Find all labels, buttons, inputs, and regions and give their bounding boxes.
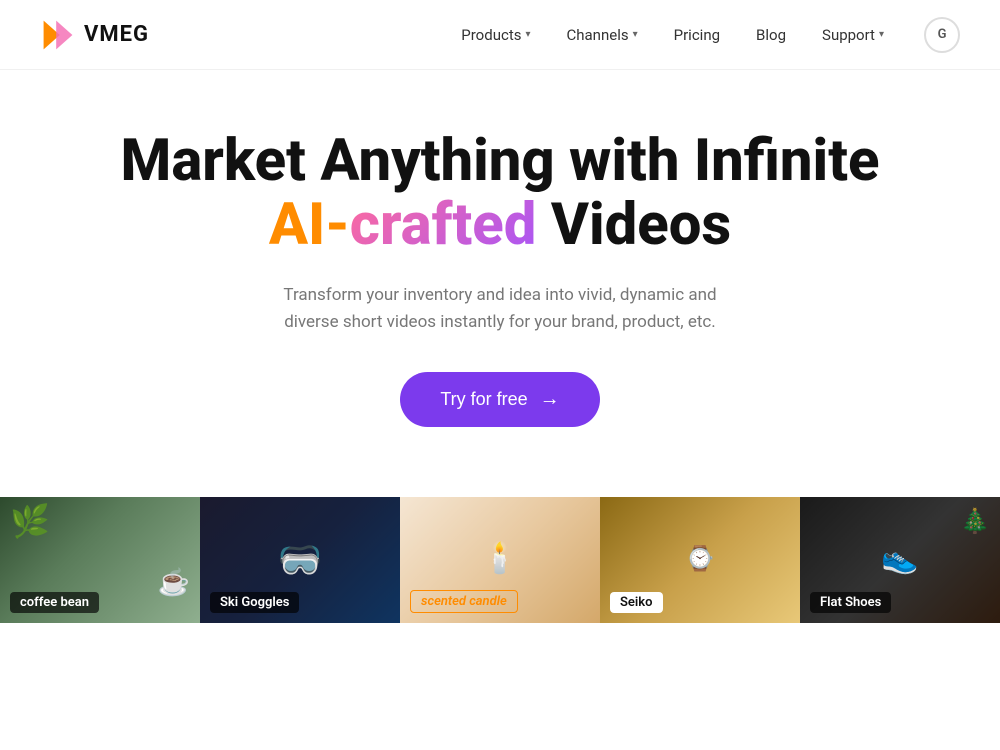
hero-title: Market Anything with Infinite AI-crafted…	[121, 130, 880, 258]
nav-item-blog[interactable]: Blog	[756, 26, 786, 44]
hero-section: Market Anything with Infinite AI-crafted…	[0, 70, 1000, 467]
try-btn-label: Try for free	[440, 389, 527, 410]
product-card-coffee[interactable]: 🌿 ☕ coffee bean	[0, 497, 200, 623]
nav-item-channels[interactable]: Channels ▾	[567, 26, 638, 44]
tree-icon: 🎄	[960, 507, 990, 535]
logo-text: VMEG	[84, 22, 149, 47]
nav-cta: G	[924, 17, 960, 53]
nav-link-support[interactable]: Support ▾	[822, 26, 884, 44]
plant-icon: 🌿	[10, 502, 50, 540]
arrow-icon: →	[540, 388, 560, 411]
product-label: coffee bean	[10, 592, 99, 613]
navbar: VMEG Products ▾ Channels ▾ Pricing Blog	[0, 0, 1000, 70]
logo[interactable]: VMEG	[40, 17, 149, 53]
nav-item-pricing[interactable]: Pricing	[674, 26, 720, 44]
ski-goggle-icon: 🥽	[278, 539, 323, 581]
hero-title-line1: Market Anything with Infinite	[121, 127, 880, 195]
product-label: scented candle	[410, 590, 518, 613]
product-card-shoes[interactable]: 👟 🎄 Flat Shoes	[800, 497, 1000, 623]
candle-icon: 🕯️	[481, 541, 518, 576]
hero-ai-text: AI-	[269, 191, 350, 259]
try-for-free-button[interactable]: Try for free →	[400, 372, 599, 427]
chevron-down-icon: ▾	[525, 29, 530, 40]
nav-link-products[interactable]: Products ▾	[461, 26, 530, 44]
chevron-down-icon: ▾	[633, 29, 638, 40]
coffee-bag-icon: ☕	[158, 568, 190, 598]
nav-link-blog[interactable]: Blog	[756, 26, 786, 44]
hero-subtitle: Transform your inventory and idea into v…	[270, 282, 730, 336]
logo-icon	[40, 17, 76, 53]
watch-icon: ⌚	[685, 545, 715, 573]
nav-link-channels[interactable]: Channels ▾	[567, 26, 638, 44]
product-label: Seiko	[610, 592, 663, 613]
chevron-down-icon: ▾	[879, 29, 884, 40]
product-label: Flat Shoes	[810, 592, 891, 613]
nav-item-products[interactable]: Products ▾	[461, 26, 530, 44]
nav-item-support[interactable]: Support ▾	[822, 26, 884, 44]
product-card-ski[interactable]: 🥽 Ski Goggles	[200, 497, 400, 623]
nav-links: Products ▾ Channels ▾ Pricing Blog Suppo…	[461, 26, 884, 44]
product-card-candle[interactable]: 🕯️ scented candle	[400, 497, 600, 623]
product-card-seiko[interactable]: ⌚ Seiko	[600, 497, 800, 623]
nav-link-pricing[interactable]: Pricing	[674, 26, 720, 44]
product-strip: 🌿 ☕ coffee bean 🥽 Ski Goggles 🕯️ scented…	[0, 497, 1000, 623]
user-avatar-button[interactable]: G	[924, 17, 960, 53]
shoe-icon: 👟	[881, 541, 918, 576]
hero-videos-text: Videos	[536, 191, 731, 259]
product-label: Ski Goggles	[210, 592, 299, 613]
hero-crafted-text: crafted	[350, 191, 537, 259]
